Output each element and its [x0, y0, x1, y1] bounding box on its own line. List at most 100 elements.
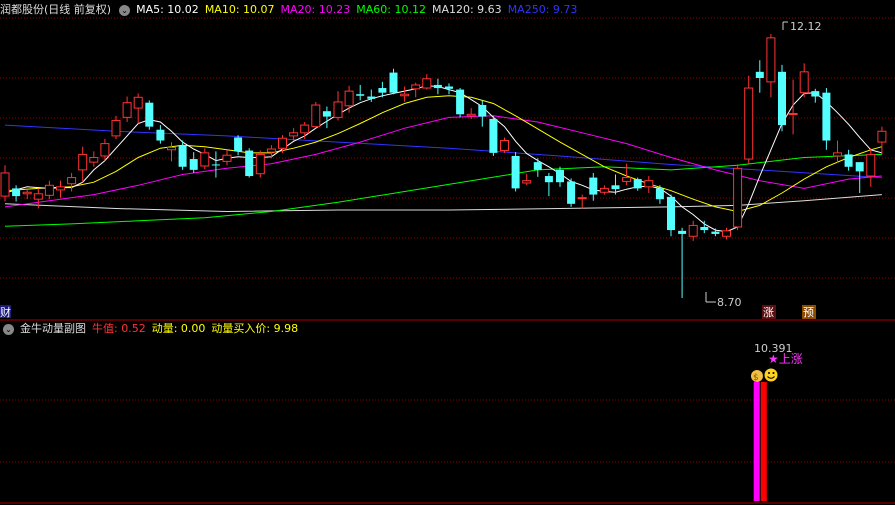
- candle-body: [378, 88, 387, 93]
- candle-body: [322, 111, 331, 117]
- candle-body: [12, 188, 21, 197]
- stock-name[interactable]: 润都股份: [0, 3, 44, 16]
- candle-body: [866, 153, 876, 177]
- candle-body: [445, 86, 453, 89]
- candle-body: [200, 152, 210, 167]
- candle-body: [844, 154, 853, 167]
- candle-body: [556, 169, 564, 183]
- chevron-down-icon[interactable]: ⌄: [119, 4, 131, 16]
- candle-body: [22, 191, 32, 195]
- candle-body: [255, 153, 265, 175]
- sub-panel-title[interactable]: 金牛动量副图: [20, 322, 86, 335]
- candle-body: [799, 71, 809, 94]
- candle-body: [855, 162, 864, 172]
- candle-body: [234, 137, 243, 152]
- candle-body: [755, 71, 764, 78]
- candlesticks: [0, 34, 887, 298]
- candle-body: [478, 105, 487, 117]
- candle-body: [266, 148, 276, 153]
- candle-body: [522, 180, 532, 184]
- ma60-line: [4, 153, 882, 227]
- candle-body: [599, 187, 609, 193]
- candle-body: [289, 132, 299, 137]
- candle-body: [89, 157, 99, 163]
- ma-indicator-2: MA20: 10.23: [280, 3, 351, 16]
- candle-body: [733, 167, 743, 228]
- candle-body: [788, 113, 798, 116]
- money-bag-icon: $: [751, 370, 763, 383]
- candle-body: [311, 104, 321, 128]
- candle-body: [611, 185, 620, 190]
- candle-body: [44, 184, 54, 196]
- svg-text:$: $: [753, 373, 759, 383]
- sub-indicators: 牛值: 0.52 动量: 0.00 动量买入价: 9.98: [92, 322, 304, 335]
- low-price-label: 8.70: [717, 296, 742, 309]
- tag-cai[interactable]: 财: [0, 305, 11, 319]
- candle-body: [688, 224, 698, 237]
- candle-body: [644, 180, 654, 188]
- candle-body: [678, 230, 687, 234]
- candle-body: [711, 231, 720, 234]
- mode-label: (日线 前复权): [44, 3, 112, 16]
- candle-body: [489, 118, 498, 153]
- main-panel-header: 润都股份(日线 前复权) ⌄ MA5: 10.02 MA10: 10.07 MA20: …: [0, 1, 589, 19]
- tag-yu[interactable]: 预: [803, 306, 814, 319]
- candle-body: [111, 119, 121, 137]
- candle-body: [67, 177, 77, 185]
- ma-indicator-1: MA10: 10.07: [204, 3, 275, 16]
- candle-body: [567, 181, 576, 204]
- candle-body: [411, 84, 421, 90]
- candle-body: [778, 71, 786, 126]
- candle-body: [700, 226, 709, 231]
- candle-body: [456, 89, 465, 115]
- ma-indicator-3: MA60: 10.12: [356, 3, 426, 16]
- candle-body: [133, 96, 143, 109]
- candle-body: [145, 102, 154, 127]
- candle-body: [811, 91, 820, 97]
- chart-grid: [0, 17, 895, 504]
- tag-zhang[interactable]: 涨: [763, 306, 774, 319]
- ma120-line: [4, 194, 882, 213]
- candle-body: [167, 146, 176, 151]
- candle-body: [589, 177, 598, 195]
- candle-body: [433, 84, 442, 89]
- high-price-label: 12.12: [790, 20, 822, 33]
- ma-indicator-4: MA120: 9.63: [431, 3, 502, 16]
- candle-body: [33, 193, 43, 200]
- candle-body: [833, 152, 842, 157]
- candle-body: [544, 176, 553, 183]
- candle-body: [122, 102, 132, 118]
- ma-indicators: MA5: 10.02 MA10: 10.07 MA20: 10.23 MA60: 10…: [136, 3, 583, 16]
- candle-body: [0, 172, 10, 197]
- candle-body: [344, 90, 354, 107]
- candle-body: [211, 164, 220, 166]
- candle-body: [622, 177, 632, 182]
- candle-body: [466, 113, 476, 117]
- candle-body: [389, 72, 398, 93]
- sub-indicator-0: 牛值: 0.52: [92, 322, 146, 335]
- candle-body: [156, 129, 165, 141]
- signal-bar: [760, 382, 767, 501]
- sub-panel-header: ⌄ 金牛动量副图 牛值: 0.52 动量: 0.00 动量买入价: 9.98: [0, 320, 310, 338]
- candle-body: [722, 230, 731, 237]
- signal-label: ★上涨: [768, 351, 803, 366]
- candle-body: [300, 124, 310, 134]
- candle-body: [56, 186, 65, 191]
- candle-body: [511, 155, 520, 189]
- signal-bar: [753, 382, 760, 501]
- chevron-down-icon[interactable]: ⌄: [3, 323, 14, 335]
- candle-body: [577, 197, 587, 200]
- ma-indicator-0: MA5: 10.02: [136, 3, 199, 16]
- kline-chart: 12.12 8.70 财 涨 预 10.391 ★上涨 $: [0, 17, 895, 504]
- smiley-icon: [764, 368, 778, 382]
- candle-body: [356, 94, 365, 96]
- candle-body: [766, 37, 776, 83]
- candle-body: [877, 130, 887, 143]
- candle-body: [667, 196, 675, 231]
- candle-body: [78, 153, 88, 171]
- candle-body: [333, 101, 343, 118]
- candle-body: [533, 162, 542, 170]
- candle-body: [178, 145, 187, 167]
- candle-body: [822, 92, 831, 141]
- candle-body: [655, 188, 664, 200]
